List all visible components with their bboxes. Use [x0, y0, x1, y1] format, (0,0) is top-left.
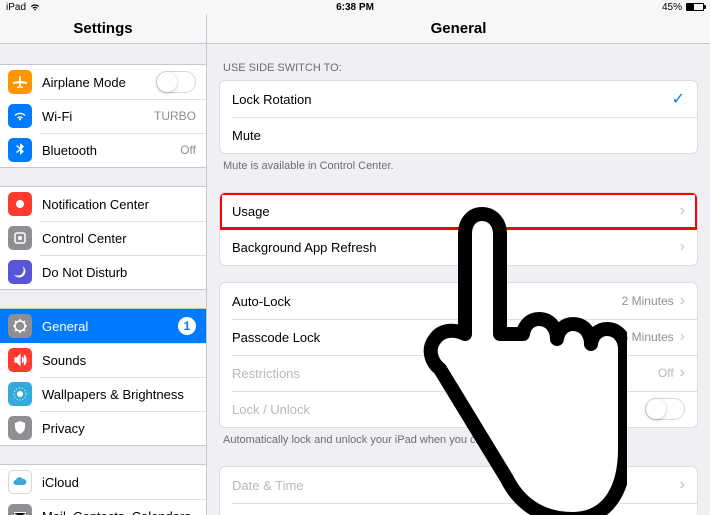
- row-value: 2 Minutes: [622, 294, 674, 308]
- row-date-time[interactable]: Date & Time›: [220, 467, 697, 503]
- sidebar-item-label: Do Not Disturb: [42, 265, 196, 280]
- sidebar-item-bluetooth[interactable]: Bluetooth Off: [0, 133, 206, 167]
- row-lock-rotation[interactable]: Lock Rotation✓: [220, 81, 697, 117]
- row-usage[interactable]: Usage›: [220, 193, 697, 229]
- badge: 1: [178, 317, 196, 335]
- sidebar-item-value: TURBO: [154, 109, 196, 123]
- row-restrictions[interactable]: RestrictionsOff ›: [220, 355, 697, 391]
- sidebar-item-label: iCloud: [42, 475, 196, 490]
- sidebar-item-label: General: [42, 319, 178, 334]
- row-value: After 5 Minutes: [593, 330, 674, 344]
- row-label: Passcode Lock: [232, 330, 593, 345]
- sidebar-item-sounds[interactable]: Sounds: [0, 343, 206, 377]
- settings-title: Settings: [0, 14, 207, 43]
- row-label: Lock Rotation: [232, 92, 672, 107]
- chevron-right-icon: ›: [680, 238, 685, 256]
- sidebar-item-label: Airplane Mode: [42, 75, 156, 90]
- sounds-icon: [8, 348, 32, 372]
- row-auto-lock[interactable]: Auto-Lock2 Minutes ›: [220, 283, 697, 319]
- mail-contacts-calendars-icon: [8, 504, 32, 515]
- wifi-icon: [8, 104, 32, 128]
- sidebar-item-value: Off: [180, 143, 196, 157]
- airplane-mode-icon: [8, 70, 32, 94]
- sidebar-item-wifi[interactable]: Wi-Fi TURBO: [0, 99, 206, 133]
- row-lock-unlock[interactable]: Lock / Unlock: [220, 391, 697, 427]
- clock: 6:38 PM: [336, 2, 374, 13]
- chevron-right-icon: ›: [680, 202, 685, 220]
- sidebar-item-control-center[interactable]: Control Center: [0, 221, 206, 255]
- sidebar-item-label: Sounds: [42, 353, 196, 368]
- row-label: Date & Time: [232, 478, 680, 493]
- row-label: Auto-Lock: [232, 294, 622, 309]
- row-label: Usage: [232, 204, 680, 219]
- device-name: iPad: [6, 2, 26, 13]
- airplane-mode-switch[interactable]: [156, 71, 196, 93]
- sidebar-item-wallpapers-brightness[interactable]: Wallpapers & Brightness: [0, 377, 206, 411]
- sidebar-item-notification-center[interactable]: Notification Center: [0, 187, 206, 221]
- row-keyboard[interactable]: Keyboard›: [220, 503, 697, 515]
- wallpapers-brightness-icon: [8, 382, 32, 406]
- side-switch-footer: Mute is available in Control Center.: [207, 154, 710, 176]
- chevron-right-icon: ›: [680, 328, 685, 346]
- battery-percent: 45%: [662, 2, 682, 13]
- sidebar-item-privacy[interactable]: Privacy: [0, 411, 206, 445]
- chevron-right-icon: ›: [680, 292, 685, 310]
- international-group: Date & Time›Keyboard›International›: [219, 466, 698, 515]
- row-passcode-lock[interactable]: Passcode LockAfter 5 Minutes ›: [220, 319, 697, 355]
- check-icon: ✓: [672, 89, 685, 109]
- sidebar[interactable]: Airplane Mode Wi-Fi TURBO Bluetooth Off Notif…: [0, 44, 207, 515]
- battery-icon: [686, 3, 704, 11]
- notification-center-icon: [8, 192, 32, 216]
- privacy-icon: [8, 416, 32, 440]
- general-icon: [8, 314, 32, 338]
- lock-group: Auto-Lock2 Minutes›Passcode LockAfter 5 …: [219, 282, 698, 428]
- sidebar-item-label: Wi-Fi: [42, 109, 150, 124]
- sidebar-item-do-not-disturb[interactable]: Do Not Disturb: [0, 255, 206, 289]
- row-mute[interactable]: Mute: [220, 117, 697, 153]
- detail-title: General: [207, 14, 710, 43]
- headers: Settings General: [0, 14, 710, 44]
- row-label: Mute: [232, 128, 685, 143]
- sidebar-item-label: Notification Center: [42, 197, 196, 212]
- row-label: Lock / Unlock: [232, 402, 645, 417]
- side-switch-header: USE SIDE SWITCH TO:: [207, 44, 710, 80]
- chevron-right-icon: ›: [680, 364, 685, 382]
- icloud-icon: [8, 470, 32, 494]
- usage-group: Usage›Background App Refresh›: [219, 192, 698, 266]
- row-background-app-refresh[interactable]: Background App Refresh›: [220, 229, 697, 265]
- sidebar-item-label: Privacy: [42, 421, 196, 436]
- status-bar: iPad 6:38 PM 45%: [0, 0, 710, 14]
- wifi-status-icon: [30, 3, 40, 11]
- sidebar-item-airplane-mode[interactable]: Airplane Mode: [0, 65, 206, 99]
- sidebar-item-label: Control Center: [42, 231, 196, 246]
- bluetooth-icon: [8, 138, 32, 162]
- chevron-right-icon: ›: [680, 476, 685, 494]
- sidebar-item-icloud[interactable]: iCloud: [0, 465, 206, 499]
- lock-unlock-switch[interactable]: [645, 398, 685, 420]
- row-label: Restrictions: [232, 366, 658, 381]
- lock-footer: Automatically lock and unlock your iPad …: [207, 428, 710, 450]
- side-switch-group: Lock Rotation✓ Mute: [219, 80, 698, 154]
- control-center-icon: [8, 226, 32, 250]
- sidebar-item-mail-contacts-calendars[interactable]: Mail, Contacts, Calendars: [0, 499, 206, 515]
- row-label: Background App Refresh: [232, 240, 680, 255]
- row-value: Off: [658, 366, 674, 380]
- detail-panel[interactable]: USE SIDE SWITCH TO: Lock Rotation✓ Mute M…: [207, 44, 710, 515]
- do-not-disturb-icon: [8, 260, 32, 284]
- sidebar-item-label: Bluetooth: [42, 143, 176, 158]
- sidebar-item-general[interactable]: General1: [0, 309, 206, 343]
- sidebar-item-label: Mail, Contacts, Calendars: [42, 509, 196, 515]
- sidebar-item-label: Wallpapers & Brightness: [42, 387, 196, 402]
